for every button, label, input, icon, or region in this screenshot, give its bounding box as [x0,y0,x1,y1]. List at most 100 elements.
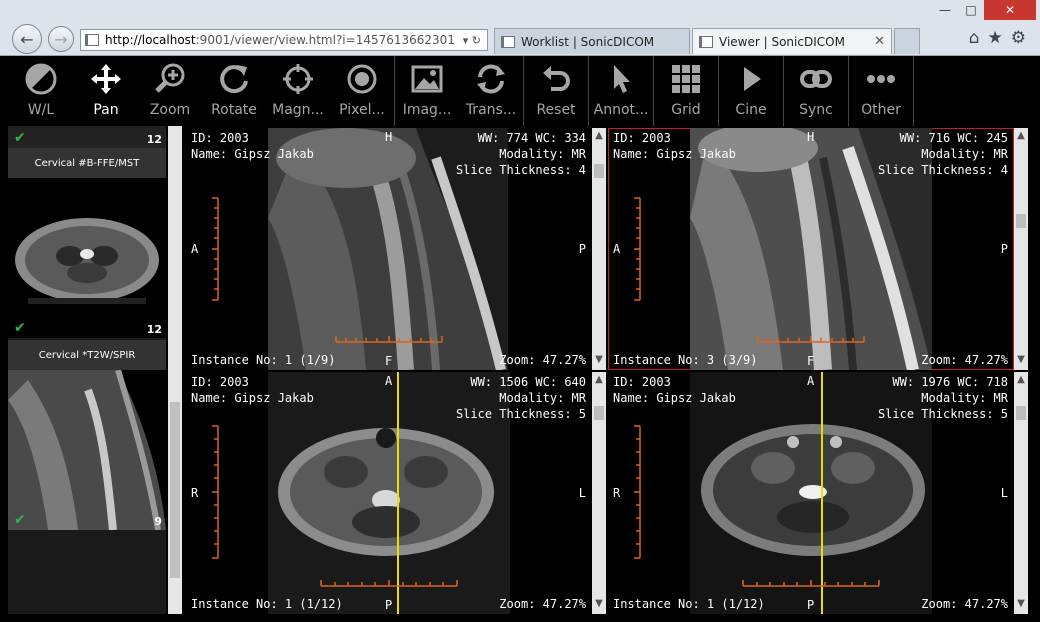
scrollbar-thumb[interactable] [170,402,180,578]
scroll-up-icon[interactable]: ▲ [1015,374,1027,388]
scroll-down-icon[interactable]: ▼ [593,354,605,368]
tool-label: Annot... [593,102,649,118]
series-thumbnail-panel: ✔ 12 Cervical #B-FFE/MST ✔ 12 Cervical *… [8,126,166,614]
scroll-down-icon[interactable]: ▼ [1015,598,1027,612]
play-icon [744,67,761,91]
series-thumbnail-2[interactable]: Cervical *T2W/SPIR ✔ 9 [8,340,166,530]
toolbar-divider [913,56,914,126]
page-icon [85,34,99,46]
scrollbar-thumb[interactable] [1016,406,1026,420]
tab-close-icon[interactable]: ✕ [874,34,885,49]
series-count: 12 [146,323,162,336]
tool-sync[interactable]: Sync [784,56,848,126]
scroll-up-icon[interactable]: ▲ [593,374,605,388]
tool-grid[interactable]: Grid [654,56,718,126]
scroll-down-icon[interactable]: ▼ [1015,354,1027,368]
close-window-button[interactable]: ✕ [984,0,1036,20]
tool-wl[interactable]: W/L [8,56,74,126]
check-icon: ✔ [14,320,26,336]
undo-icon [543,66,570,91]
scrollbar-thumb[interactable] [1016,214,1026,228]
tool-image[interactable]: Imag... [395,56,459,126]
tool-reset[interactable]: Reset [524,56,588,126]
address-bar[interactable]: http://localhost:9001/viewer/view.html?i… [80,29,488,51]
zoom-icon [155,63,185,93]
tool-label: Trans... [465,102,517,118]
tool-transform[interactable]: Trans... [459,56,523,126]
tool-label: Sync [799,102,833,118]
scroll-up-icon[interactable]: ▲ [1015,130,1027,144]
image-icon [411,65,443,93]
target-icon [347,64,377,94]
gear-icon[interactable]: ⚙ [1011,28,1026,48]
viewport-scrollbar-bottom-right[interactable]: ▲ ▼ [1014,372,1028,614]
crosshair-icon [283,64,313,94]
tool-pan[interactable]: Pan [74,56,138,126]
series-count: 9 [154,515,162,528]
scroll-down-icon[interactable]: ▼ [593,598,605,612]
home-icon[interactable]: ⌂ [969,28,980,48]
scrollbar-thumb[interactable] [594,406,604,420]
scale-ruler [634,425,880,587]
transform-icon [477,64,505,94]
viewport-bottom-left[interactable]: ID: 2003 Name: Gipsz Jakab WW: 1506 WC: … [186,372,592,614]
viewport-top-right[interactable]: ID: 2003 Name: Gipsz Jakab WW: 716 WC: 2… [608,128,1014,370]
series-thumbnail-1[interactable]: Cervical #B-FFE/MST ✔ 12 [8,148,166,338]
tab-worklist[interactable]: Worklist | SonicDICOM [494,28,690,54]
check-icon: ✔ [14,130,26,146]
browser-right-icons: ⌂ ★ ⚙ [969,28,1026,48]
viewport-scrollbar-top-left[interactable]: ▲ ▼ [592,128,606,370]
series-image: ✔ 12 [8,178,166,338]
series-image: ✔ 9 [8,370,166,530]
address-bar-icons[interactable]: ▾ ↻ [463,34,481,47]
thumbnail-scrollbar[interactable] [168,126,182,614]
scale-ruler [212,425,458,587]
tool-label: Imag... [402,102,452,118]
tool-label: Rotate [211,102,257,118]
series-count: 12 [146,133,162,146]
viewport-scrollbar-bottom-left[interactable]: ▲ ▼ [592,372,606,614]
viewport-top-left[interactable]: ID: 2003 Name: Gipsz Jakab WW: 774 WC: 3… [186,128,592,370]
tool-zoom[interactable]: Zoom [138,56,202,126]
series-title: Cervical #B-FFE/MST [8,148,166,178]
sagittal-thumb-image [8,370,166,530]
new-tab-button[interactable] [894,28,920,54]
tool-label: Pan [93,102,119,118]
axial-thumb-image [8,178,166,338]
scroll-up-icon[interactable]: ▲ [593,130,605,144]
tool-label: Other [861,102,901,118]
series-thumbnail-0[interactable]: ✔ 12 [8,126,166,148]
tool-magnify[interactable]: Magn... [266,56,330,126]
tool-other[interactable]: Other [849,56,913,126]
tab-viewer[interactable]: Viewer | SonicDICOM ✕ [692,28,892,54]
pointer-icon [614,65,630,93]
tool-label: Zoom [149,102,191,118]
scale-ruler [634,197,865,343]
back-arrow-icon: ← [20,29,34,49]
forward-arrow-icon: → [54,29,68,49]
maximize-button[interactable]: □ [958,0,984,20]
tool-label: W/L [27,102,55,118]
viewer-toolbar: W/L Pan Zoom Rotate Magn... Pixel... Ima… [8,56,1032,126]
more-icon [867,75,895,83]
tool-cine[interactable]: Cine [719,56,783,126]
grid-icon [672,65,700,93]
tool-label: Reset [536,102,576,118]
tool-pixel[interactable]: Pixel... [330,56,394,126]
back-button[interactable]: ← [12,24,42,54]
series-title: Cervical *T2W/SPIR [8,340,166,370]
scrollbar-thumb[interactable] [594,164,604,178]
tool-rotate[interactable]: Rotate [202,56,266,126]
minimize-button[interactable]: — [932,0,958,20]
contrast-icon [25,63,57,95]
viewport-bottom-right[interactable]: ID: 2003 Name: Gipsz Jakab WW: 1976 WC: … [608,372,1014,614]
tab-favicon-icon [699,35,713,48]
tool-label: Pixel... [339,102,385,118]
url-host: http://localhost [105,33,196,47]
star-icon[interactable]: ★ [988,28,1003,48]
forward-button[interactable]: → [48,26,74,52]
tool-annotate[interactable]: Annot... [589,56,653,126]
tool-label: Cine [735,102,767,118]
browser-chrome: — □ ✕ ← → http://localhost:9001/viewer/v… [0,0,1040,56]
viewport-scrollbar-top-right[interactable]: ▲ ▼ [1014,128,1028,370]
